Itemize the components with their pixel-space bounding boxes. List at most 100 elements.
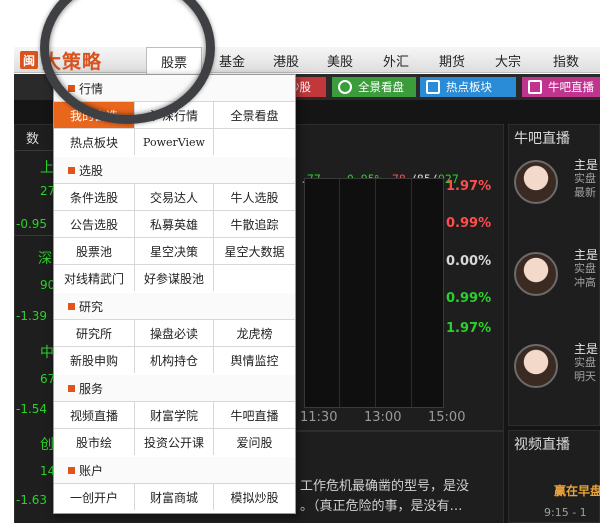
niuba-live-button[interactable]: 牛吧直播 xyxy=(522,77,600,97)
menu-item[interactable]: 龙虎榜 xyxy=(214,319,295,346)
news-line: 。（真正危险的事，是没有… xyxy=(300,499,463,514)
menu-item-my-watchlist[interactable]: 我的自选 xyxy=(54,101,135,128)
ticker-label: 深 xyxy=(38,251,52,267)
menu-item[interactable]: 爱问股 xyxy=(214,428,295,455)
percent-scale-label: 1.97% xyxy=(446,321,492,336)
menu-item[interactable]: 操盘必读 xyxy=(135,319,214,346)
nav-forex[interactable]: 外汇 xyxy=(376,47,416,73)
menu-item-sh-sz-quotes[interactable]: 沪深行情 xyxy=(135,101,214,128)
live-entry[interactable]: 主是 实盘 冲高 xyxy=(574,248,598,290)
intraday-chart xyxy=(304,178,444,408)
news-snippet[interactable]: 工作危机最确凿的型号，是没 。（真正危险的事，是没有… xyxy=(300,477,469,517)
menu-item[interactable]: 条件选股 xyxy=(54,183,135,210)
menu-item[interactable]: 模拟炒股 xyxy=(214,483,295,510)
menu-item[interactable]: 好参谋股池 xyxy=(135,264,214,291)
bar-chart-icon xyxy=(426,80,440,94)
menu-grid-services: 视频直播 财富学院 牛吧直播 股市绘 投资公开课 爱问股 xyxy=(54,401,295,455)
section-title: 行情 xyxy=(79,81,104,96)
news-line: 工作危机最确凿的型号，是没 xyxy=(300,479,470,494)
panel-title-partial: 数 xyxy=(26,132,40,147)
ticker-change: -0.95 xyxy=(16,217,48,231)
menu-item[interactable]: 星空决策 xyxy=(135,237,214,264)
menu-item[interactable]: 视频直播 xyxy=(54,401,135,428)
section-title: 研究 xyxy=(79,299,104,314)
video-program-title[interactable]: 赢在早盘 xyxy=(554,482,600,499)
menu-item[interactable]: 股票池 xyxy=(54,237,135,264)
nav-us-stocks[interactable]: 美股 xyxy=(320,47,360,73)
section-title: 选股 xyxy=(79,163,104,178)
bullet-square-icon xyxy=(68,166,75,174)
avatar[interactable] xyxy=(514,252,558,296)
section-account: 账户 xyxy=(54,457,295,483)
menu-item[interactable]: 私募英雄 xyxy=(135,210,214,237)
divider xyxy=(294,430,504,432)
menu-item[interactable]: 牛吧直播 xyxy=(214,401,295,428)
percent-scale-label: 0.00% xyxy=(446,254,492,269)
niuba-live-button-label: 牛吧直播 xyxy=(548,80,594,94)
menu-item[interactable]: 财富商城 xyxy=(135,483,214,510)
grid-line xyxy=(339,179,340,407)
nav-stocks[interactable]: 股票 xyxy=(146,47,202,74)
ticker-label: 上 xyxy=(40,160,54,176)
section-market: 行情 xyxy=(54,75,295,101)
app-window: 闽 大策略 股票 基金 港股 美股 外汇 期货 大宗 指数 炒股 全景看盘 热点… xyxy=(0,0,600,523)
menu-item[interactable]: 对线精武门 xyxy=(54,264,135,291)
menu-item[interactable]: 交易达人 xyxy=(135,183,214,210)
avatar[interactable] xyxy=(514,160,558,204)
menu-item-panorama[interactable]: 全景看盘 xyxy=(214,101,295,128)
menu-item[interactable]: 机构持仓 xyxy=(135,346,214,373)
live-entry-line: 实盘 xyxy=(574,172,596,185)
live-entry-line: 冲高 xyxy=(574,276,596,289)
live-entry-line: 实盘 xyxy=(574,356,596,369)
target-icon xyxy=(338,80,352,94)
live-entry-line: 最新 xyxy=(574,186,596,199)
menu-grid-market: 我的自选 沪深行情 全景看盘 热点板块 PowerView xyxy=(54,101,295,155)
time-axis-label: 11:30 xyxy=(300,410,338,425)
live-entry[interactable]: 主是 实盘 明天 xyxy=(574,342,598,384)
app-logo[interactable]: 闽 大策略 xyxy=(20,47,102,73)
bullet-square-icon xyxy=(68,466,75,474)
bullet-square-icon xyxy=(68,302,75,310)
menu-item[interactable]: 牛人选股 xyxy=(214,183,295,210)
menu-item-hot-sectors[interactable]: 热点板块 xyxy=(54,128,135,155)
menu-item[interactable]: 股市绘 xyxy=(54,428,135,455)
time-axis-label: 13:00 xyxy=(364,410,402,425)
nav-index[interactable]: 指数 xyxy=(544,47,588,73)
live-entry[interactable]: 主是 实盘 最新 xyxy=(574,158,598,200)
live-entry-title: 主是 xyxy=(574,342,599,356)
menu-item[interactable]: 公告选股 xyxy=(54,210,135,237)
video-program-time: 9:15 - 1 xyxy=(544,506,587,519)
nav-funds[interactable]: 基金 xyxy=(212,47,252,73)
grid-line xyxy=(375,179,376,407)
menu-item[interactable]: 星空大数据 xyxy=(214,237,295,264)
video-live-title: 视频直播 xyxy=(514,437,570,453)
logo-mark: 闽 xyxy=(20,51,38,69)
live-entry-title: 主是 xyxy=(574,158,599,172)
nav-futures[interactable]: 期货 xyxy=(432,47,472,73)
live-entry-line: 明天 xyxy=(574,370,596,383)
menu-item[interactable]: 研究所 xyxy=(54,319,135,346)
live-entry-line: 实盘 xyxy=(574,262,596,275)
menu-item[interactable]: 投资公开课 xyxy=(135,428,214,455)
percent-scale-label: 0.99% xyxy=(446,291,492,306)
avatar[interactable] xyxy=(514,344,558,388)
menu-item[interactable]: 牛散追踪 xyxy=(214,210,295,237)
nav-commodities[interactable]: 大宗 xyxy=(488,47,528,73)
section-stock-picking: 选股 xyxy=(54,157,295,183)
menu-item-powerview[interactable]: PowerView xyxy=(135,128,214,155)
hot-sectors-button[interactable]: 热点板块 xyxy=(420,77,516,97)
ticker-change: -1.54 xyxy=(16,402,48,416)
percent-scale-label: 1.97% xyxy=(446,179,492,194)
section-services: 服务 xyxy=(54,375,295,401)
menu-item[interactable]: 一创开户 xyxy=(54,483,135,510)
ticker-label: 创 xyxy=(40,437,54,453)
bullet-square-icon xyxy=(68,384,75,392)
menu-item[interactable]: 财富学院 xyxy=(135,401,214,428)
menu-item[interactable]: 新股申购 xyxy=(54,346,135,373)
stocks-dropdown-menu: 行情 我的自选 沪深行情 全景看盘 热点板块 PowerView 选股 条件选股… xyxy=(53,74,296,514)
document-icon xyxy=(528,80,542,94)
section-research: 研究 xyxy=(54,293,295,319)
panorama-button[interactable]: 全景看盘 xyxy=(332,77,416,97)
nav-hk-stocks[interactable]: 港股 xyxy=(266,47,306,73)
menu-item[interactable]: 舆情监控 xyxy=(214,346,295,373)
